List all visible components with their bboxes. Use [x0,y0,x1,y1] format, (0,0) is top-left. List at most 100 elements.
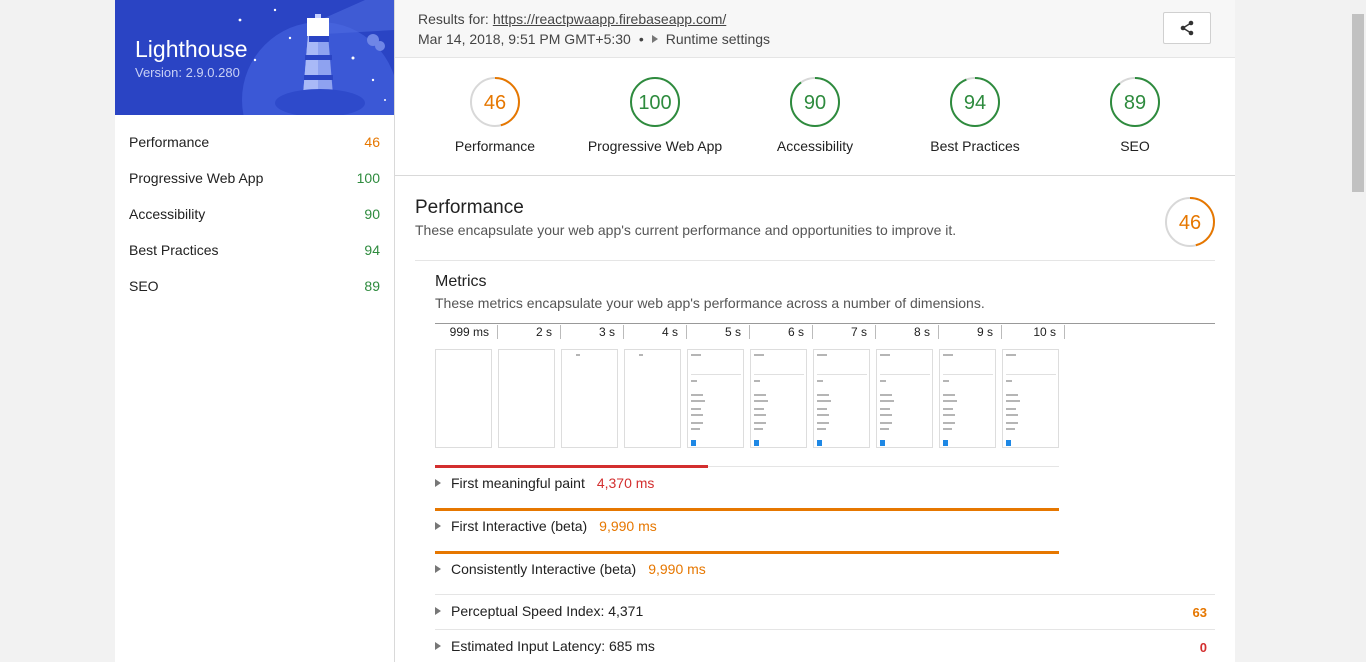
expand-arrow-icon[interactable] [435,607,441,615]
expand-arrow-icon[interactable] [435,642,441,650]
audit-score: 0 [1199,640,1207,655]
audit-row[interactable]: Estimated Input Latency: 685 ms [435,638,655,654]
meta-bullet: • [638,31,644,47]
report-meta: Mar 14, 2018, 9:51 PM GMT+5:30 • Runtime… [418,31,770,47]
expand-arrow-icon[interactable] [435,565,441,573]
expand-arrow-icon[interactable] [435,522,441,530]
audit-label: Perceptual Speed Index: 4,371 [451,603,644,619]
frame-content [943,354,953,356]
scrollbar-thumb[interactable] [1352,14,1364,192]
results-for: Results for: https://reactpwaapp.firebase… [418,11,726,27]
sidebar-item-accessibility[interactable]: Accessibility 90 [115,196,394,232]
metrics-description: These metrics encapsulate your web app's… [435,295,985,311]
runtime-settings-toggle[interactable]: Runtime settings [666,31,770,47]
gauge-score: 90 [804,92,826,114]
filmstrip-frame [435,349,492,448]
score-gauge-ring: 90 [790,77,840,127]
metric-row[interactable]: Consistently Interactive (beta) 9,990 ms [435,561,706,577]
frame-content [754,400,768,402]
audit-row[interactable]: Perceptual Speed Index: 4,371 [435,603,643,619]
frame-content [817,354,827,356]
row-divider [435,629,1215,630]
frame-content [817,380,823,382]
performance-title: Performance [415,197,524,218]
frame-content [943,422,955,424]
frame-content [1006,422,1018,424]
frame-content [691,428,700,430]
frame-content [880,380,886,382]
metric-row[interactable]: First meaningful paint 4,370 ms [435,475,654,491]
gauge-performance[interactable]: 46 Performance [415,76,575,154]
expand-arrow-icon[interactable] [435,479,441,487]
filmstrip-frame [1002,349,1059,448]
gauge-seo[interactable]: 89 SEO [1055,76,1215,154]
frame-content [817,394,829,396]
report-header: Results for: https://reactpwaapp.firebase… [395,0,1235,58]
frame-content [691,400,705,402]
sidebar-item-performance[interactable]: Performance 46 [115,124,394,160]
share-icon [1180,20,1194,36]
frame-content [817,414,829,416]
lighthouse-illustration [238,0,394,115]
audit-score: 63 [1192,605,1207,620]
gauge-best-practices[interactable]: 94 Best Practices [895,76,1055,154]
frame-button [754,440,759,446]
sidebar-item-seo[interactable]: SEO 89 [115,268,394,304]
frame-divider [880,374,930,375]
metric-value: 9,990 ms [599,518,657,534]
sidebar-item-score: 89 [364,278,380,294]
row-divider [435,594,1215,595]
gauge-score: 94 [964,92,986,114]
results-url-link[interactable]: https://reactpwaapp.firebaseapp.com/ [493,11,726,27]
timeline-tick: 7 s [813,325,876,339]
frame-content [691,422,703,424]
timeline-axis [435,323,1215,324]
frame-content [1006,354,1016,356]
frame-divider [1006,374,1056,375]
report-main: Results for: https://reactpwaapp.firebase… [395,0,1235,662]
gauge-score: 89 [1124,92,1146,114]
metric-value: 9,990 ms [648,561,706,577]
frame-content [1006,380,1012,382]
score-gauge-ring: 89 [1110,77,1160,127]
filmstrip-frame [687,349,744,448]
gauge-label: SEO [1120,138,1150,154]
frame-content [880,422,892,424]
frame-content [754,414,766,416]
timeline-tick: 9 s [939,325,1002,339]
divider [415,260,1215,261]
score-gauge-ring: 46 [470,77,520,127]
gauge-progressive-web-app[interactable]: 100 Progressive Web App [575,76,735,154]
gauge-accessibility[interactable]: 90 Accessibility [735,76,895,154]
filmstrip-frame [498,349,555,448]
frame-content [754,422,766,424]
share-button[interactable] [1163,12,1211,44]
timeline-tick: 8 s [876,325,939,339]
sidebar-item-score: 94 [364,242,380,258]
frame-button [691,440,696,446]
sidebar-item-pwa[interactable]: Progressive Web App 100 [115,160,394,196]
filmstrip-frame [876,349,933,448]
gauge-score: 46 [1179,212,1201,234]
metric-label: First meaningful paint [451,475,585,491]
timeline-tick: 999 ms [435,325,498,339]
frame-content [943,408,953,410]
runtime-settings-expand-icon[interactable] [651,35,658,43]
frame-divider [691,374,741,375]
gauge-score: 46 [484,92,506,114]
category-gauges: 46 Performance 100 Progressive Web App 90 Acc… [395,58,1235,176]
metric-bar-track [707,466,1059,467]
sidebar-item-label: Performance [129,134,210,150]
metric-label: Consistently Interactive (beta) [451,561,637,577]
frame-button [880,440,885,446]
frame-content [880,354,890,356]
sidebar: Lighthouse Version: 2.9.0.280 Performanc… [115,0,395,662]
metric-row[interactable]: First Interactive (beta) 9,990 ms [435,518,657,534]
filmstrip-frame [813,349,870,448]
gauge-label: Accessibility [776,138,854,154]
app-version: Version: 2.9.0.280 [135,65,240,80]
gauge-score: 100 [638,92,671,114]
filmstrip-frame [750,349,807,448]
sidebar-item-best-practices[interactable]: Best Practices 94 [115,232,394,268]
gauge-label: Performance [454,138,536,154]
